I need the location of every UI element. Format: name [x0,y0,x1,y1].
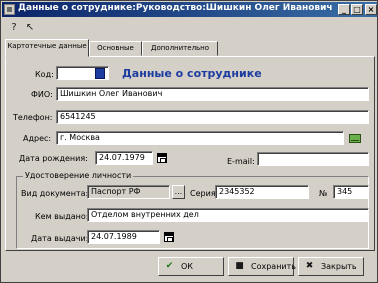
save-button-label: Сохранить [251,262,296,271]
maximize-button[interactable]: □ [351,4,363,15]
minimize-button[interactable]: _ [338,4,350,15]
checkmark-icon: ✔ [165,261,174,271]
close-button[interactable]: ✖ Закрыть [298,257,364,276]
tab-additional[interactable]: Дополнительно [142,41,218,56]
doc-type-label: Вид документа: [21,189,89,198]
tab-main[interactable]: Основные [89,41,142,56]
employee-window: Данные о сотруднике:Руководство:Шишкин О… [0,0,378,283]
series-field[interactable]: 2345352 [215,185,309,199]
code-marker-icon [95,68,105,79]
address-field[interactable]: г. Москва [56,131,344,145]
floppy-disk-icon: ■ [235,261,244,271]
ok-button-label: ОК [181,262,193,271]
fio-field[interactable]: Шишкин Олег Иванович [56,87,369,101]
phone-field[interactable]: 6541245 [56,110,369,124]
window-title: Данные о сотруднике:Руководство:Шишкин О… [18,3,334,13]
form-heading: Данные о сотруднике [122,67,262,80]
envelope-icon[interactable] [349,134,361,143]
issue-date-field[interactable]: 24.07.1989 [87,230,160,244]
identity-legend: Удостоверение личности [23,171,134,180]
calendar-icon[interactable] [157,153,167,163]
ok-button[interactable]: ✔ ОК [158,257,224,276]
number-label: № [319,189,328,198]
help-icon[interactable]: ? [7,21,21,35]
code-label: Код: [35,70,54,79]
doc-type-select-button[interactable]: ... [172,185,185,199]
title-bar[interactable]: Данные о сотруднике:Руководство:Шишкин О… [2,2,377,17]
issued-by-field[interactable]: Отделом внутренних дел [87,208,369,222]
close-window-button[interactable]: × [365,4,377,15]
birth-date-label: Дата рождения: [19,154,88,163]
email-label: E-mail: [227,157,255,166]
save-button[interactable]: ■ Сохранить [228,257,296,276]
email-field[interactable] [257,152,369,166]
app-icon[interactable] [4,4,15,15]
pointer-icon[interactable]: ↖ [23,21,37,35]
toolbar: ? ↖ [3,19,375,37]
issued-by-label: Кем выдано: [35,212,89,221]
calendar-icon[interactable] [164,232,174,242]
address-label: Адрес: [23,134,52,143]
birth-date-field[interactable]: 24.07.1979 [95,151,153,165]
doc-type-field[interactable]: Паспорт РФ [87,185,170,199]
tab-card-data[interactable]: Картотечные данные [5,39,89,57]
close-button-label: Закрыть [321,262,357,271]
phone-label: Телефон: [13,113,53,122]
issue-date-label: Дата выдачи: [31,234,89,243]
close-icon: ✖ [305,261,314,271]
number-field[interactable]: 345 [333,185,369,199]
fio-label: ФИО: [31,90,53,99]
